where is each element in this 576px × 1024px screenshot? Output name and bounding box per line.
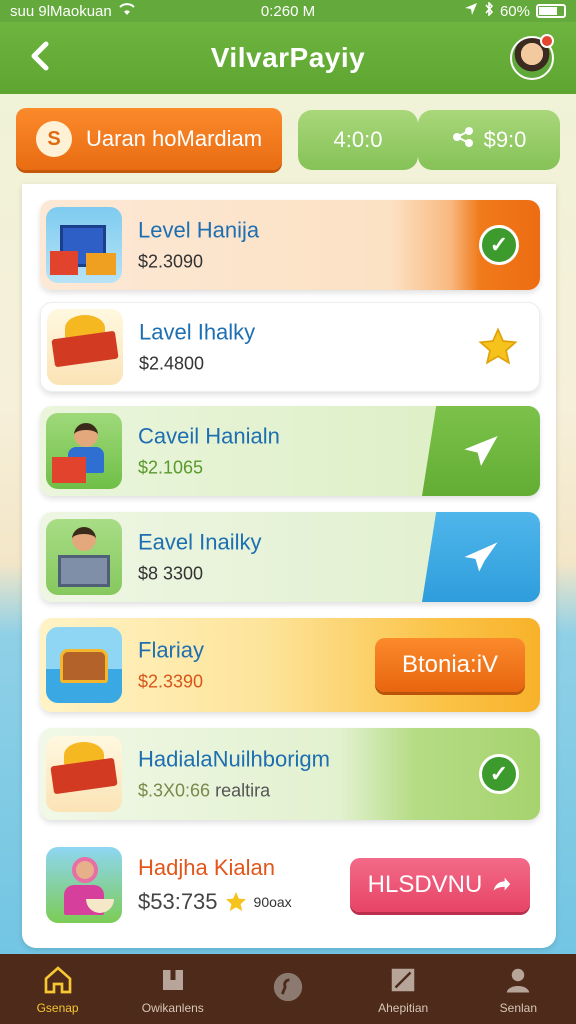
row-action: Btonia:iV (360, 618, 540, 712)
nav-label: Gsenap (36, 1001, 79, 1015)
row-title: Eavel Inailky (138, 529, 262, 555)
badge-icon (46, 736, 122, 812)
row-title: Caveil Hanialn (138, 423, 280, 449)
carrier-text: suu 9lMaokuan (10, 2, 112, 20)
claim-button[interactable]: Btonia:iV (375, 638, 525, 692)
claim-button-label: Btonia:iV (401, 651, 499, 678)
list-item[interactable]: Caveil Hanialn $2.1065 (40, 406, 540, 496)
battery-icon (536, 4, 566, 18)
row-value: $.3X0:66 realtira (138, 781, 330, 802)
profile-icon (501, 963, 535, 997)
nav-label: Owikanlens (141, 1001, 204, 1015)
row-title: Flariay (138, 637, 205, 663)
nav-item-search[interactable] (233, 970, 343, 1008)
nav-label: Ahepitian (378, 1001, 429, 1015)
building-icon (46, 207, 122, 283)
list-item[interactable]: Eavel Inailky $8 3300 (40, 512, 540, 602)
plane-icon (464, 542, 498, 572)
star-icon (225, 892, 246, 911)
nav-item-buildings[interactable]: Owikanlens (118, 963, 228, 1015)
share-chip[interactable]: $9:0 (418, 110, 560, 170)
row-value: $53:735 90oax (138, 889, 292, 915)
timer-value: 4:0:0 (333, 127, 383, 152)
level-list: Level Hanija $2.3090 ✓ Lavel Ihalky $2.4… (22, 184, 556, 948)
timer-chip[interactable]: 4:0:0 (298, 110, 418, 170)
page-title: VilvarPayiy (210, 42, 366, 73)
list-item[interactable]: Hadjha Kialan $53:735 90oax HLSDVNU (40, 840, 540, 930)
nav-item-gallery[interactable]: Ahepitian (348, 963, 458, 1015)
row-text: Hadjha Kialan $53:735 90oax (138, 855, 292, 915)
coin-icon: S (36, 121, 72, 157)
bluetooth-icon (484, 1, 494, 20)
row-text: Flariay $2.3390 (138, 638, 204, 693)
row-action[interactable]: ✓ (458, 200, 540, 290)
location-arrow-icon (464, 2, 478, 20)
status-bar: suu 9lMaokuan 0:260 M 60% (0, 0, 576, 22)
share-arrow-icon (494, 877, 511, 891)
row-text: Eavel Inailky $8 3300 (138, 530, 262, 585)
row-value: $8 3300 (138, 563, 204, 584)
row-action[interactable] (457, 303, 539, 391)
list-item[interactable]: HadialaNuilhborigm $.3X0:66 realtira ✓ (40, 728, 540, 820)
row-value: $2.1065 (138, 457, 204, 478)
bottom-nav: Gsenap Owikanlens Ahepitian Senlan (0, 954, 576, 1024)
row-text: HadialaNuilhborigm $.3X0:66 realtira (138, 747, 330, 802)
girl-icon (46, 847, 122, 923)
check-icon: ✓ (479, 225, 519, 265)
row-title: Level Hanija (138, 217, 260, 243)
row-value-note: realtira (215, 780, 271, 801)
balance-chip[interactable]: S Uaran hoMardiam (16, 108, 282, 170)
share-icon (452, 126, 474, 154)
nav-label: Senlan (499, 1001, 538, 1015)
row-value-amount: $53:735 (138, 889, 218, 914)
list-item[interactable]: Flariay $2.3390 Btonia:iV (40, 618, 540, 712)
list-item[interactable]: Lavel Ihalky $2.4800 (40, 302, 540, 392)
paper-plane-icon (464, 436, 498, 466)
notification-dot (540, 34, 554, 48)
row-value-note: 90oax (253, 894, 292, 910)
check-icon: ✓ (479, 754, 519, 794)
row-text: Lavel Ihalky $2.4800 (139, 320, 255, 375)
row-text: Level Hanija $2.3090 (138, 218, 259, 273)
action-button-label: HLSDVNU (367, 871, 483, 898)
row-value: $2.3390 (138, 671, 204, 692)
row-title: Lavel Ihalky (139, 319, 256, 345)
row-value-amount: $.3X0:66 (138, 780, 211, 801)
row-action: HLSDVNU (340, 840, 540, 930)
balance-label: Uaran hoMardiam (86, 126, 263, 151)
image-icon (386, 963, 420, 997)
nav-item-home[interactable]: Gsenap (3, 963, 113, 1015)
row-value: $2.3090 (138, 251, 204, 272)
wifi-icon (118, 2, 136, 20)
building-icon (156, 963, 190, 997)
row-title: Hadjha Kialan (138, 855, 275, 880)
summary-chips: S Uaran hoMardiam 4:0:0 $9:0 (16, 108, 564, 174)
status-left: suu 9lMaokuan (10, 2, 136, 20)
row-text: Caveil Hanialn $2.1065 (138, 424, 280, 479)
back-button[interactable] (26, 36, 62, 80)
search-icon (271, 970, 305, 1004)
beach-chest-icon (46, 627, 122, 703)
kid-box-icon (46, 519, 122, 595)
home-icon (41, 963, 75, 997)
chevron-left-icon (31, 41, 49, 71)
badge-icon (47, 309, 123, 385)
row-action[interactable] (422, 512, 540, 602)
avatar[interactable] (510, 34, 554, 80)
share-value: $9:0 (483, 127, 527, 152)
kid-icon (46, 413, 122, 489)
row-value: $2.4800 (139, 353, 205, 374)
status-right: 60% (464, 1, 566, 20)
star-icon (478, 327, 518, 365)
app-header: VilvarPayiy (0, 22, 576, 94)
action-button[interactable]: HLSDVNU (350, 858, 530, 912)
row-title: HadialaNuilhborigm (138, 746, 330, 772)
row-action[interactable] (422, 406, 540, 496)
battery-percent: 60% (499, 2, 530, 20)
list-item[interactable]: Level Hanija $2.3090 ✓ (40, 200, 540, 290)
nav-item-profile[interactable]: Senlan (463, 963, 573, 1015)
row-action[interactable]: ✓ (458, 728, 540, 820)
